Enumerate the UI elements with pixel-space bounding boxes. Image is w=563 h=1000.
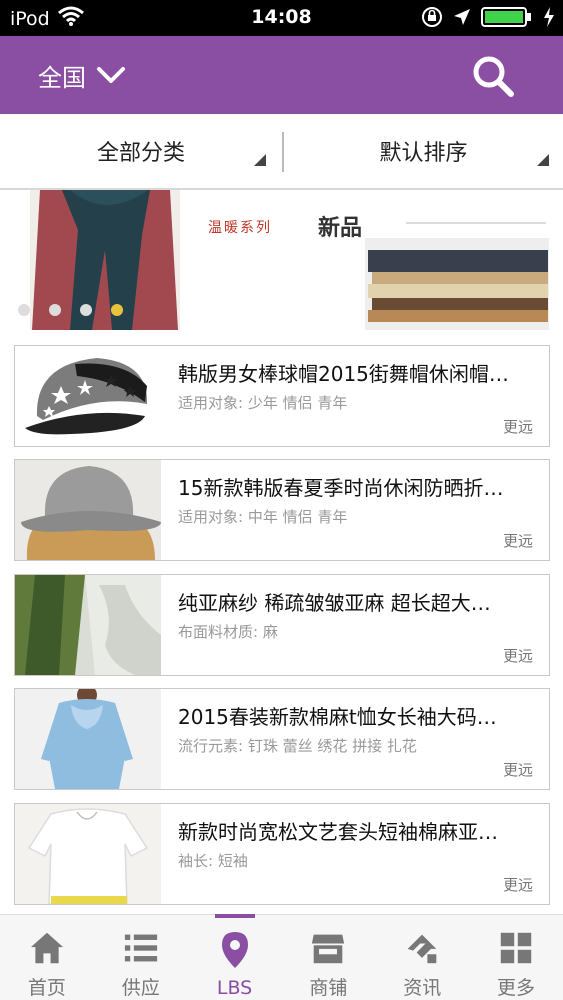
product-thumbnail <box>15 689 161 789</box>
home-icon <box>30 932 64 964</box>
product-distance: 更远 <box>502 647 533 665</box>
tab-news-label: 资讯 <box>403 977 442 999</box>
status-bar: iPod 14:08 <box>0 0 563 36</box>
product-title: 韩版男女棒球帽2015街舞帽休闲帽… <box>178 362 509 386</box>
product-title: 新款时尚宽松文艺套头短袖棉麻亚… <box>178 820 498 844</box>
tab-home-label: 首页 <box>27 977 66 999</box>
product-distance: 更远 <box>502 418 533 436</box>
region-label: 全国 <box>38 64 86 92</box>
banner-top-line <box>406 222 546 224</box>
battery-icon <box>481 6 533 32</box>
grid-icon <box>500 932 532 964</box>
product-card[interactable]: 韩版男女棒球帽2015街舞帽休闲帽… 适用对象: 少年 情侣 青年 更远 <box>14 345 550 447</box>
product-card[interactable]: 新款时尚宽松文艺套头短袖棉麻亚… 袖长: 短袖 更远 <box>14 803 550 905</box>
product-attribute: 布面料材质: 麻 <box>178 623 278 641</box>
news-icon <box>407 934 437 964</box>
tab-more-label: 更多 <box>497 977 536 999</box>
product-title: 2015春装新款棉麻t恤女长袖大码… <box>178 705 497 729</box>
search-icon <box>473 56 514 97</box>
filter-bar: 全部分类 默认排序 <box>0 114 563 190</box>
location-arrow-icon <box>453 8 471 30</box>
status-right <box>421 6 555 32</box>
product-thumbnail <box>15 575 161 675</box>
product-thumbnail <box>15 346 161 446</box>
banner-new-text: 新品 <box>318 216 363 241</box>
nav-bar: 全国 <box>0 36 563 114</box>
product-attribute: 适用对象: 少年 情侣 青年 <box>178 394 348 412</box>
product-thumbnail <box>15 804 161 904</box>
product-attribute: 流行元素: 钉珠 蕾丝 绣花 拼接 扎花 <box>178 737 417 755</box>
product-thumbnail <box>15 460 161 560</box>
sort-filter[interactable]: 默认排序 <box>284 114 563 188</box>
product-distance: 更远 <box>502 876 533 894</box>
tab-shop-label: 商铺 <box>309 977 348 999</box>
bottom-tab-bar: 首页 供应 LBS 商铺 资讯 更多 <box>0 914 563 1000</box>
product-title: 15新款韩版春夏季时尚休闲防晒折… <box>178 476 504 500</box>
region-selector[interactable]: 全国 <box>38 58 126 93</box>
dropdown-triangle-icon <box>254 154 266 166</box>
tab-home[interactable]: 首页 <box>0 915 94 1000</box>
banner-dot[interactable] <box>18 304 30 316</box>
location-pin-icon <box>221 932 248 968</box>
category-filter-label: 全部分类 <box>96 141 185 166</box>
product-attribute: 袖长: 短袖 <box>178 852 248 870</box>
tab-lbs[interactable]: LBS <box>188 914 282 1000</box>
dropdown-triangle-icon <box>537 154 549 166</box>
banner-dot[interactable] <box>49 304 61 316</box>
tab-more[interactable]: 更多 <box>469 915 563 1000</box>
banner-dot-active[interactable] <box>111 304 123 316</box>
tab-supply[interactable]: 供应 <box>94 915 188 1000</box>
product-attribute: 适用对象: 中年 情侣 青年 <box>178 508 348 526</box>
charging-icon <box>543 7 555 31</box>
product-distance: 更远 <box>502 532 533 550</box>
product-title: 纯亚麻纱 稀疏皱皱亚麻 超长超大… <box>178 591 491 615</box>
tab-shop[interactable]: 商铺 <box>281 915 375 1000</box>
banner-series-text: 温暖系列 <box>208 220 272 236</box>
product-distance: 更远 <box>502 761 533 779</box>
shop-icon <box>312 934 345 964</box>
product-card[interactable]: 2015春装新款棉麻t恤女长袖大码… 流行元素: 钉珠 蕾丝 绣花 拼接 扎花 … <box>14 688 550 790</box>
search-button[interactable] <box>471 54 515 98</box>
tab-news[interactable]: 资讯 <box>375 915 469 1000</box>
tab-lbs-label: LBS <box>216 977 253 999</box>
list-icon <box>124 934 157 962</box>
chevron-down-icon <box>96 62 126 90</box>
banner-dot[interactable] <box>80 304 92 316</box>
sort-filter-label: 默认排序 <box>379 141 468 166</box>
product-card[interactable]: 纯亚麻纱 稀疏皱皱亚麻 超长超大… 布面料材质: 麻 更远 <box>14 574 550 676</box>
tab-supply-label: 供应 <box>121 977 160 999</box>
banner-pagination <box>18 304 123 316</box>
rotation-lock-icon <box>421 6 443 32</box>
category-filter[interactable]: 全部分类 <box>0 114 282 188</box>
app-root: iPod 14:08 全国 全部分类 默认排序 温暖系列 新品 韩版男女棒球帽2… <box>0 0 563 1000</box>
product-card[interactable]: 15新款韩版春夏季时尚休闲防晒折… 适用对象: 中年 情侣 青年 更远 <box>14 459 550 561</box>
